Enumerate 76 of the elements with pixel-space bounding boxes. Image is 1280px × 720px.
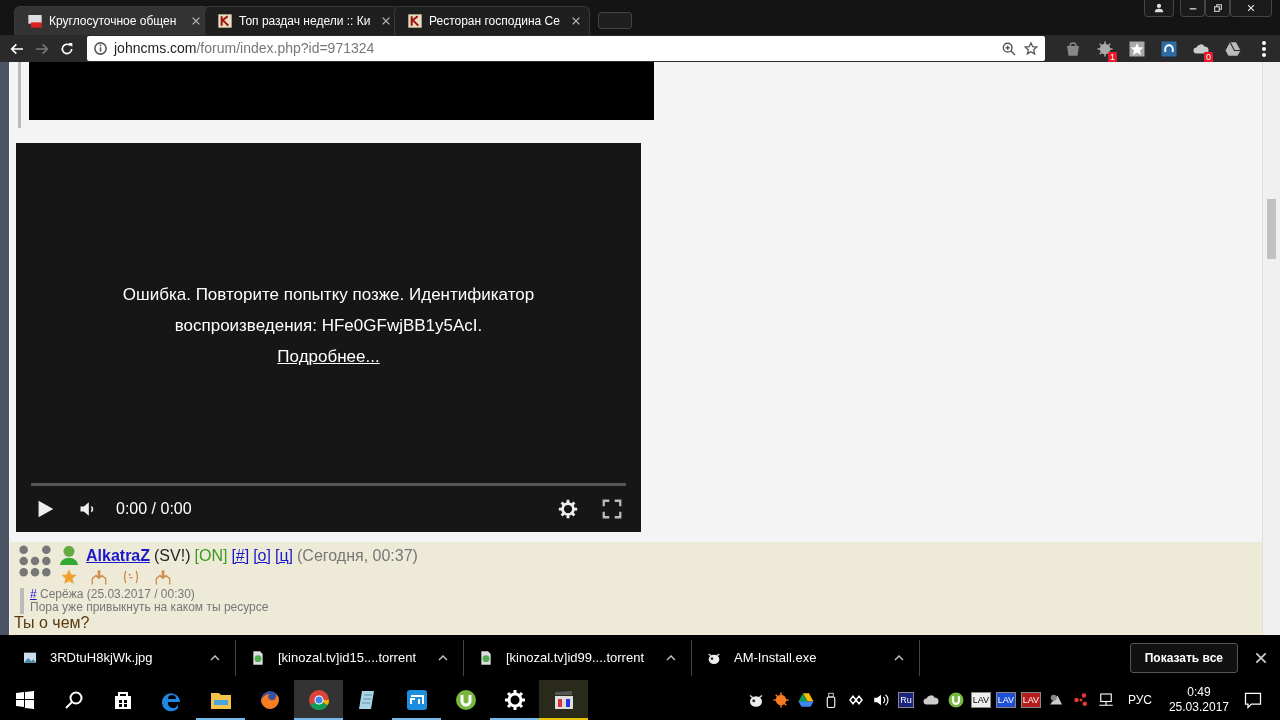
user-tag: (SV!) xyxy=(154,544,191,568)
quote-text: Пора уже привыкнуть на каком ты ресурсе xyxy=(30,601,270,614)
language-indicator[interactable]: РУС xyxy=(1127,691,1152,709)
username-link[interactable]: AlkatraZ xyxy=(86,544,151,568)
url-text: johncms.com/forum/index.php?id=971324 xyxy=(114,39,376,58)
more-link[interactable]: Подробнее... xyxy=(277,340,380,372)
download-item[interactable]: [kinozal.tv]id15....torrent xyxy=(236,639,464,676)
utorrent-logo-icon[interactable] xyxy=(946,691,965,709)
star-icon xyxy=(60,568,78,586)
address-bar[interactable]: johncms.com/forum/index.php?id=971324 xyxy=(87,36,1045,61)
time-display: 0:00 / 0:00 xyxy=(116,499,193,519)
utorrent-logo-icon xyxy=(453,688,478,712)
taskbar-button[interactable] xyxy=(539,680,588,720)
post-link[interactable]: [о] xyxy=(253,544,271,568)
extension-button[interactable]: 0 xyxy=(1185,36,1217,61)
download-item[interactable]: [kinozal.tv]id99....torrent xyxy=(464,639,692,676)
letter-k-icon xyxy=(217,13,233,29)
close-icon[interactable] xyxy=(1254,650,1268,665)
online-status: [ON] xyxy=(194,546,228,566)
post-link[interactable]: [ц] xyxy=(274,544,294,568)
user-icon xyxy=(58,544,80,566)
post-link[interactable]: [#] xyxy=(231,544,250,568)
show-all-button[interactable]: Показать все xyxy=(1129,642,1238,673)
taskbar-button[interactable] xyxy=(294,680,343,720)
download-item[interactable]: 3RDtuH8kjWk.jpg xyxy=(8,639,236,676)
star-icon xyxy=(1128,39,1146,58)
close-icon xyxy=(1246,3,1256,13)
maxthon-logo-icon xyxy=(404,688,429,712)
browser-tab[interactable]: Ресторан господина Се xyxy=(394,6,590,35)
dots-grid-icon xyxy=(18,544,52,578)
fullscreen-icon[interactable] xyxy=(601,498,623,520)
chat-bubble-icon xyxy=(1243,690,1263,710)
progress-track[interactable] xyxy=(31,483,626,486)
person-icon xyxy=(1154,3,1164,13)
settings-icon xyxy=(502,688,527,712)
menu-icon xyxy=(1261,40,1266,57)
scroll-thumb[interactable] xyxy=(1267,199,1276,259)
splat-icon[interactable] xyxy=(771,691,790,709)
network-icon[interactable] xyxy=(1096,691,1115,709)
post-time: (Сегодня, 00:37) xyxy=(297,546,418,566)
clock[interactable]: 0:49 25.03.2017 xyxy=(1168,685,1229,715)
zoom-icon[interactable] xyxy=(1001,40,1017,57)
tray-badge[interactable]: LAV xyxy=(995,692,1017,708)
tray-badge[interactable]: LAV xyxy=(1020,692,1042,708)
triangle-icon xyxy=(1224,39,1242,58)
restore-icon xyxy=(1212,3,1223,13)
letter-k-icon xyxy=(407,13,423,29)
chrome-logo-icon xyxy=(306,688,331,712)
profile-button[interactable] xyxy=(1144,0,1174,17)
restore-button[interactable] xyxy=(1205,0,1230,17)
bag-icon xyxy=(1064,39,1082,58)
close-icon[interactable] xyxy=(381,16,391,26)
error-message: Ошибка. Повторите попытку позже. Идентификатор воспроизведения: HFe0GFwjBB1y5AcI. xyxy=(121,283,536,337)
reload-icon xyxy=(58,40,75,57)
bookmark-star-icon[interactable] xyxy=(1023,40,1039,57)
headphones-icon xyxy=(1160,39,1178,58)
minimize-button[interactable] xyxy=(1180,0,1205,17)
quote-link[interactable]: # xyxy=(30,587,37,601)
monitor-icon xyxy=(27,13,43,29)
tray-badge[interactable]: Ru xyxy=(898,692,914,708)
post-text: Ты о чем? xyxy=(14,614,91,632)
triangle-icon[interactable] xyxy=(796,691,815,709)
close-icon[interactable] xyxy=(191,16,201,26)
download-item[interactable]: AM-Install.exe xyxy=(692,639,920,676)
quote-author: Серёжа (25.03.2017 / 00:30) xyxy=(40,587,195,601)
tray-badge[interactable]: LAV xyxy=(970,692,992,708)
torrent-file-icon xyxy=(478,649,494,666)
notification-badge: 1 xyxy=(1108,51,1117,62)
settings-icon[interactable] xyxy=(557,498,579,520)
notification-badge: 0 xyxy=(1204,51,1213,62)
extension-button[interactable]: 1 xyxy=(1089,36,1121,61)
close-icon[interactable] xyxy=(571,16,581,26)
dots-icon[interactable] xyxy=(1071,691,1090,709)
info-icon xyxy=(93,41,108,56)
scrollbar[interactable] xyxy=(1262,62,1280,635)
torrent-file-icon xyxy=(250,649,266,666)
